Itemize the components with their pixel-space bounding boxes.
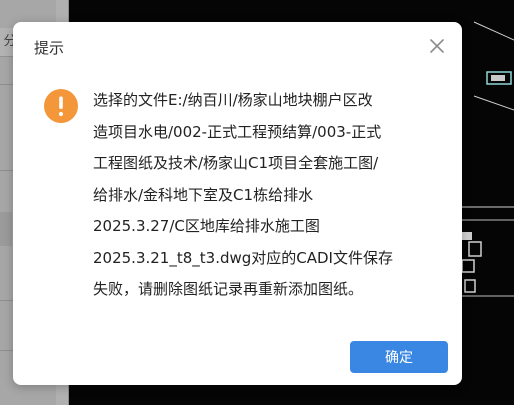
message-line: 失败，请删除图纸记录再重新添加图纸。 (93, 280, 364, 298)
message-line: 工程图纸及技术/杨家山C1项目全套施工图/ (93, 154, 379, 172)
dialog-title: 提示 (34, 39, 65, 57)
screen: 分 提示 选择的文件E:/纳百川/杨家山地块棚户区改 造项目水电/002-正式工… (0, 0, 514, 405)
message-line: 2025.3.27/C区地库给排水施工图 (93, 217, 320, 235)
message-line: 2025.3.21_t8_t3.dwg对应的CADI文件保存 (93, 248, 393, 267)
close-icon (430, 39, 444, 53)
warning-icon (44, 89, 78, 123)
dialog-close-button[interactable] (428, 37, 446, 55)
message-line: 选择的文件E:/纳百川/杨家山地块棚户区改 (93, 91, 373, 109)
prompt-dialog: 提示 选择的文件E:/纳百川/杨家山地块棚户区改 造项目水电/002-正式工程预… (13, 22, 462, 385)
message-line: 造项目水电/002-正式工程预结算/003-正式 (93, 122, 382, 141)
confirm-button[interactable]: 确定 (350, 341, 448, 373)
background-highlight (0, 212, 12, 246)
message-line: 给排水/金科地下室及C1栋给排水 (93, 185, 314, 204)
dialog-message: 选择的文件E:/纳百川/杨家山地块棚户区改 造项目水电/002-正式工程预结算/… (93, 85, 445, 306)
